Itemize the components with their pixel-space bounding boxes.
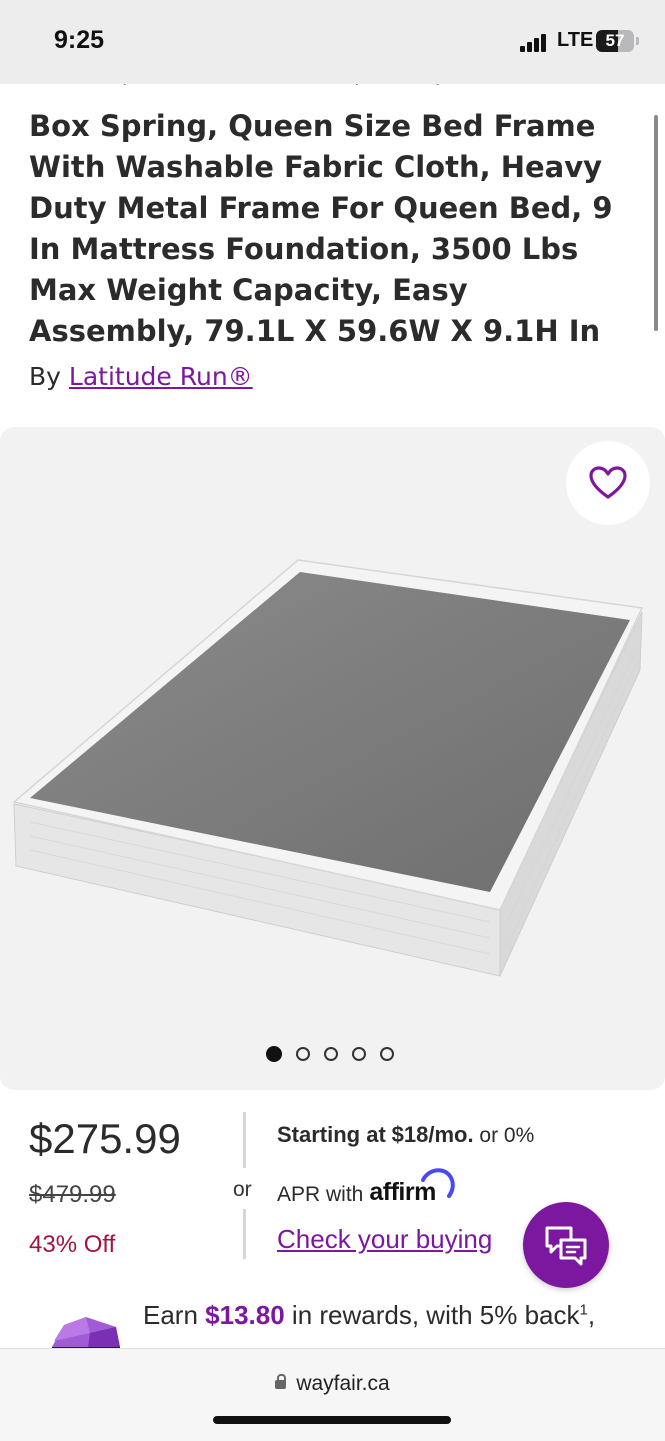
affirm-arc-icon [421, 1168, 456, 1198]
financing-amount: $18/mo. [391, 1122, 474, 1147]
current-price: $275.99 [29, 1115, 181, 1162]
browser-address-bar[interactable]: wayfair.ca [0, 1348, 665, 1441]
product-image[interactable] [0, 540, 665, 990]
price-divider-top [243, 1112, 246, 1168]
gallery-dot-2[interactable] [296, 1047, 310, 1061]
affirm-logo: affirm [369, 1168, 456, 1207]
financing-suffix: or 0% [479, 1124, 535, 1147]
apr-label: APR with [277, 1183, 364, 1206]
signal-icon [520, 34, 548, 52]
home-indicator[interactable] [213, 1416, 451, 1424]
rewards-info: Earn $13.80 in rewards, with 5% back1, [143, 1300, 595, 1331]
financing-line: Starting at $18/mo. or 0% [277, 1122, 657, 1148]
price-divider-bottom [243, 1209, 246, 1259]
check-buying-power-link[interactable]: Check your buying [277, 1224, 492, 1255]
rewards-trailing: , [587, 1300, 596, 1330]
rewards-suffix: in rewards, with 5% back [291, 1300, 580, 1330]
brand-link[interactable]: Latitude Run® [69, 362, 253, 391]
url-display[interactable]: wayfair.ca [0, 1372, 665, 1396]
chat-bubbles-icon [545, 1226, 587, 1266]
by-label: By [29, 362, 61, 391]
favorite-button[interactable] [566, 441, 650, 525]
chat-button[interactable] [523, 1202, 609, 1288]
original-price: $479.99 [29, 1181, 116, 1208]
status-time: 9:25 [54, 26, 105, 54]
network-label: LTE [557, 29, 594, 51]
financing-prefix: Starting at [277, 1122, 386, 1147]
product-title: Box Spring, Queen Size Bed Frame With Wa… [29, 109, 613, 348]
rewards-amount: $13.80 [205, 1300, 285, 1330]
url-text: wayfair.ca [296, 1372, 390, 1395]
rewards-prefix: Earn [143, 1300, 198, 1330]
status-bar: 9:25 LTE 57 [0, 0, 665, 84]
battery-level: 57 [605, 31, 625, 50]
battery-icon: 57 [596, 30, 634, 52]
battery-tip [636, 37, 639, 45]
page-scrollbar[interactable] [654, 115, 658, 331]
heart-outline-icon [589, 466, 627, 499]
gallery-dot-1[interactable] [266, 1046, 282, 1062]
or-label: or [233, 1178, 252, 1201]
rewards-footnote: 1 [579, 1301, 588, 1319]
gallery-dot-3[interactable] [324, 1047, 338, 1061]
gallery-dot-5[interactable] [380, 1047, 394, 1061]
financing-info: Starting at $18/mo. or 0% APR with affir… [277, 1122, 657, 1207]
affirm-line: APR with affirm [277, 1168, 657, 1207]
discount-badge: 43% Off [29, 1231, 116, 1258]
gallery-pagination [266, 1046, 394, 1062]
gallery-dot-4[interactable] [352, 1047, 366, 1061]
product-byline: By Latitude Run® [29, 362, 253, 391]
lock-icon [275, 1374, 287, 1389]
